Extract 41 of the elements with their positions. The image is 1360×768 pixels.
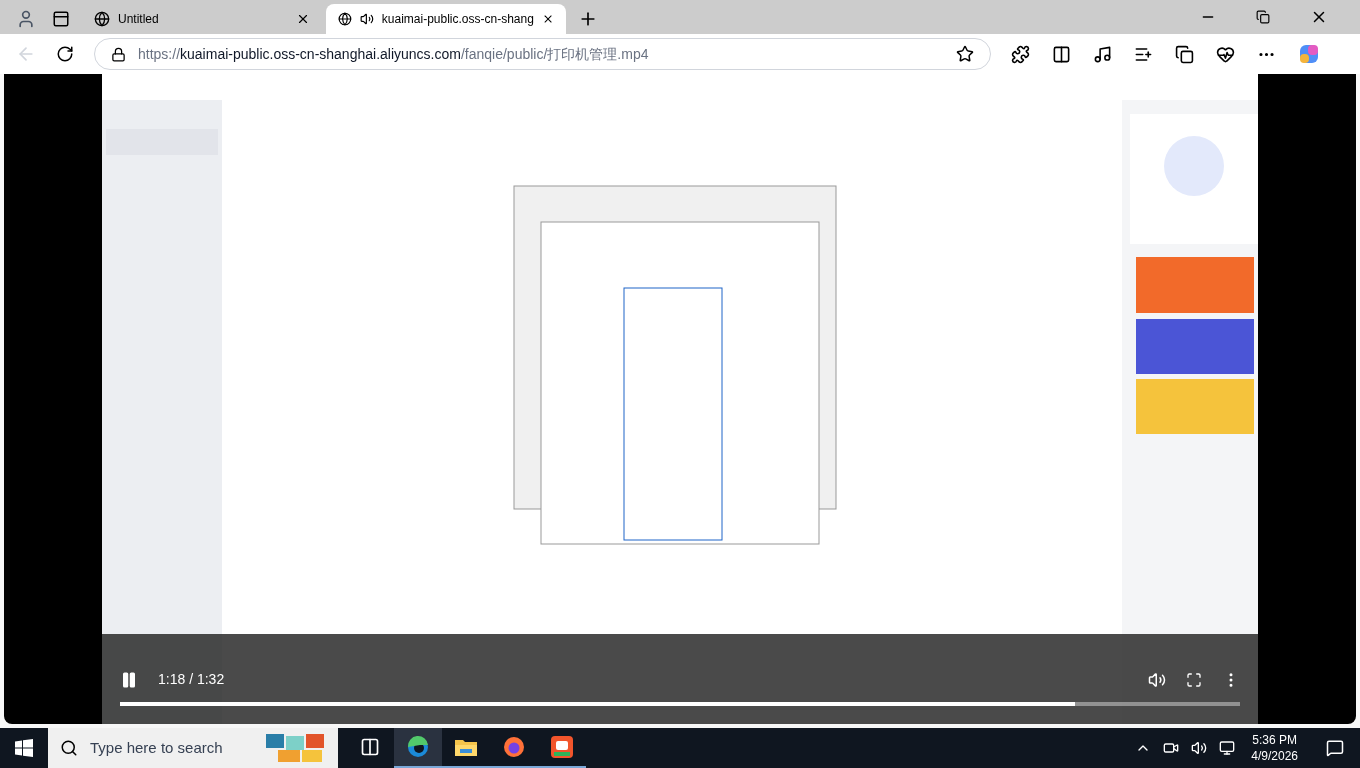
camera-icon[interactable] — [1163, 740, 1180, 756]
restore-icon[interactable] — [1256, 10, 1270, 24]
tab-title: kuaimai-public.oss-cn-shang — [381, 11, 534, 28]
globe-icon — [338, 11, 352, 27]
browser-tab[interactable]: kuaimai-public.oss-cn-shang — [326, 4, 566, 34]
task-view-icon[interactable] — [360, 737, 380, 757]
folder-icon[interactable] — [454, 737, 478, 757]
puzzle-drawing — [264, 732, 326, 764]
profile-icon[interactable] — [16, 9, 36, 29]
start-icon[interactable] — [15, 739, 33, 757]
volume-icon[interactable] — [1191, 740, 1208, 756]
time-display: 1:18 / 1:32 — [158, 670, 225, 689]
close-icon[interactable] — [296, 12, 310, 26]
clock-date: 4/9/2026 — [1251, 748, 1298, 764]
tab-actions-icon[interactable] — [52, 10, 70, 28]
notifications-icon[interactable] — [1326, 739, 1344, 757]
health-icon[interactable] — [1216, 44, 1235, 64]
browser-icon[interactable] — [406, 735, 430, 759]
favorite-star-icon[interactable] — [956, 45, 974, 63]
copilot-icon[interactable] — [1298, 43, 1320, 65]
speaker-icon[interactable] — [359, 11, 374, 27]
firefox-icon[interactable] — [502, 735, 526, 759]
clock-time: 5:36 PM — [1252, 732, 1297, 748]
reload-icon[interactable] — [56, 45, 74, 63]
globe-icon — [94, 11, 110, 27]
browser-tab[interactable]: Untitled — [82, 4, 322, 34]
collections-icon[interactable] — [1175, 44, 1194, 64]
search-field[interactable]: Type here to search — [48, 728, 338, 768]
pause-button[interactable] — [120, 670, 138, 689]
lock-icon — [111, 46, 126, 62]
search-placeholder: Type here to search — [90, 737, 224, 758]
music-icon[interactable] — [1093, 44, 1112, 64]
network-icon[interactable] — [1219, 740, 1236, 756]
url-text: https://kuaimai-public.oss-cn-shanghai.aliyuncs.com/fanqie/public/打印机管理.mp4 — [138, 44, 650, 64]
volume-icon[interactable] — [1148, 670, 1166, 689]
extensions-icon[interactable] — [1011, 44, 1030, 64]
fullscreen-icon[interactable] — [1186, 671, 1202, 688]
tab-title: Untitled — [118, 11, 160, 28]
search-icon — [60, 739, 78, 757]
shop-app-icon[interactable] — [550, 735, 574, 759]
split-screen-icon[interactable] — [1052, 44, 1071, 64]
